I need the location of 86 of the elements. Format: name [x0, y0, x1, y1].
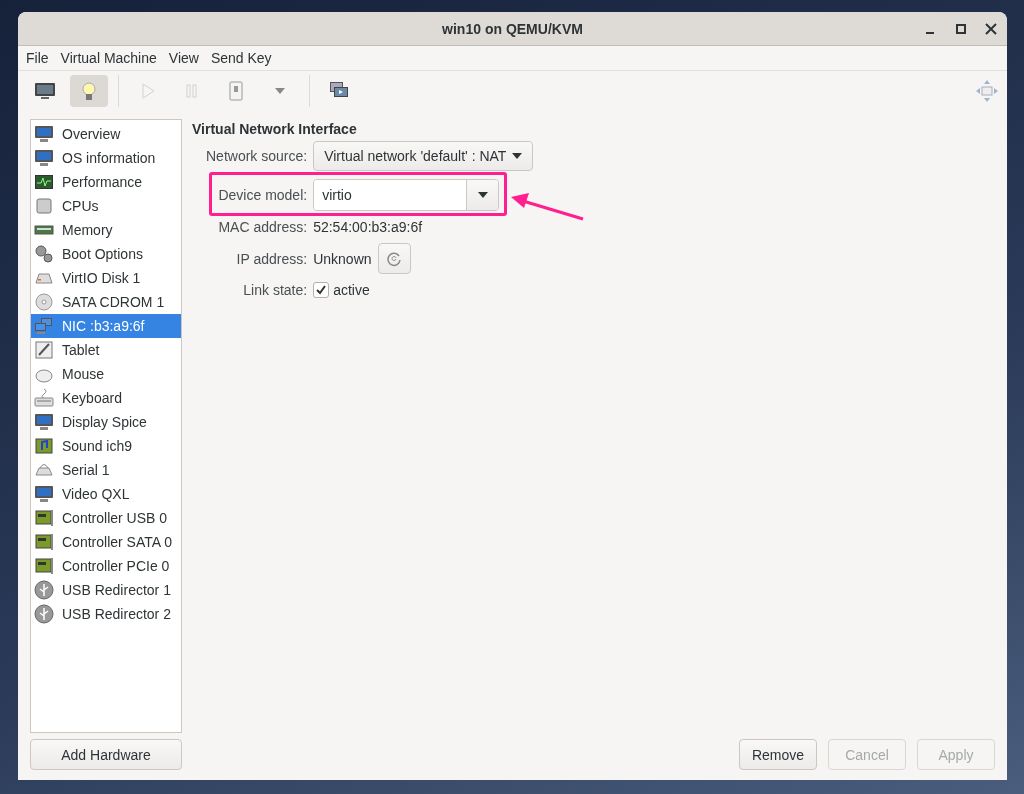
- menu-item[interactable]: View: [162, 50, 205, 66]
- item-label: Performance: [62, 174, 143, 190]
- item-label: Serial 1: [62, 462, 110, 478]
- item-label: USB Redirector 2: [62, 606, 171, 622]
- caret-icon: [477, 192, 488, 198]
- item-label: VirtIO Disk 1: [62, 270, 141, 286]
- refresh-icon: [386, 250, 403, 267]
- card-icon: [34, 508, 54, 528]
- section-title: Virtual Network Interface: [192, 121, 358, 137]
- sidebar-item[interactable]: Memory: [31, 218, 181, 242]
- monitor-icon: [34, 148, 54, 168]
- sidebar-item[interactable]: Display Spice: [31, 410, 181, 434]
- sidebar-item[interactable]: NIC :b3:a9:6f: [31, 314, 181, 338]
- add-hardware-button[interactable]: Add Hardware: [30, 739, 182, 770]
- device-model-combo[interactable]: virtio: [313, 179, 500, 211]
- checkbox[interactable]: [313, 282, 330, 298]
- field-label: Network source:: [206, 148, 308, 164]
- chart-icon: [34, 172, 54, 192]
- sidebar-item[interactable]: Boot Options: [31, 242, 181, 266]
- menu-item[interactable]: Send Key: [204, 50, 278, 66]
- item-label: OS information: [62, 150, 156, 166]
- sidebar-item[interactable]: Serial 1: [31, 458, 181, 482]
- sidebar-item[interactable]: SATA CDROM 1: [31, 290, 181, 314]
- menu-item[interactable]: File: [20, 50, 55, 66]
- sidebar-item[interactable]: VirtIO Disk 1: [31, 266, 181, 290]
- close-icon[interactable]: [983, 20, 999, 37]
- toolbar-button[interactable]: [70, 75, 108, 107]
- field-label: MAC address:: [218, 219, 308, 235]
- display-icon: [34, 412, 54, 432]
- sidebar-item[interactable]: Overview: [31, 122, 181, 146]
- item-label: Overview: [62, 126, 121, 142]
- field-label: Link state:: [243, 282, 308, 298]
- item-label: Display Spice: [62, 414, 147, 430]
- card-icon: [34, 556, 54, 576]
- item-label: Keyboard: [62, 390, 122, 406]
- monitor-icon: [34, 124, 54, 144]
- sidebar-item[interactable]: OS information: [31, 146, 181, 170]
- keyboard-icon: [34, 388, 54, 408]
- item-label: USB Redirector 1: [62, 582, 171, 598]
- network-source-dropdown[interactable]: Virtual network 'default' : NAT: [313, 141, 534, 171]
- item-label: Sound ich9: [62, 438, 133, 454]
- field-value: 52:54:00:b3:a9:6f: [313, 219, 424, 235]
- usb-icon: [34, 604, 54, 624]
- sidebar-item[interactable]: USB Redirector 2: [31, 602, 181, 626]
- item-label: Boot Options: [62, 246, 143, 262]
- item-label: Controller PCIe 0: [62, 558, 170, 574]
- monitor-icon: [34, 81, 56, 101]
- item-label: Memory: [62, 222, 113, 238]
- menu-item[interactable]: Virtual Machine: [54, 50, 163, 66]
- item-label: Tablet: [62, 342, 100, 358]
- item-label: Controller USB 0: [62, 510, 168, 526]
- display-icon: [34, 484, 54, 504]
- tablet-icon: [34, 340, 54, 360]
- sidebar-item[interactable]: Keyboard: [31, 386, 181, 410]
- card-icon: [34, 532, 54, 552]
- field-value: Unknown: [313, 250, 372, 267]
- item-label: NIC :b3:a9:6f: [62, 318, 145, 334]
- sound-icon: [34, 436, 54, 456]
- caret-icon: [512, 153, 523, 159]
- sidebar-item[interactable]: Video QXL: [31, 482, 181, 506]
- checkbox-label: active: [333, 282, 370, 298]
- item-label: SATA CDROM 1: [62, 294, 165, 310]
- window-title: win10 on QEMU/KVM: [442, 20, 583, 37]
- item-label: Mouse: [62, 366, 105, 382]
- sidebar-item[interactable]: Controller SATA 0: [31, 530, 181, 554]
- sidebar-item[interactable]: USB Redirector 1: [31, 578, 181, 602]
- sidebar-item[interactable]: Controller USB 0: [31, 506, 181, 530]
- action-button[interactable]: Remove: [739, 739, 817, 770]
- sidebar-item[interactable]: CPUs: [31, 194, 181, 218]
- usb-icon: [34, 580, 54, 600]
- field-label: IP address:: [236, 250, 308, 267]
- nic-icon: [34, 316, 54, 336]
- caret-icon: [275, 88, 285, 94]
- dropdown-button[interactable]: [466, 180, 499, 210]
- sidebar-item[interactable]: Controller PCIe 0: [31, 554, 181, 578]
- field-label: Device model:: [218, 187, 308, 203]
- device-model-field[interactable]: virtio: [314, 180, 467, 210]
- item-label: Video QXL: [62, 486, 130, 502]
- sidebar-item[interactable]: Tablet: [31, 338, 181, 362]
- cd-icon: [34, 292, 54, 312]
- item-label: Controller SATA 0: [62, 534, 172, 550]
- sidebar-item[interactable]: Mouse: [31, 362, 181, 386]
- refresh-button[interactable]: [377, 243, 411, 274]
- item-label: CPUs: [62, 198, 99, 214]
- sidebar-item[interactable]: Performance: [31, 170, 181, 194]
- sidebar-item[interactable]: Sound ich9: [31, 434, 181, 458]
